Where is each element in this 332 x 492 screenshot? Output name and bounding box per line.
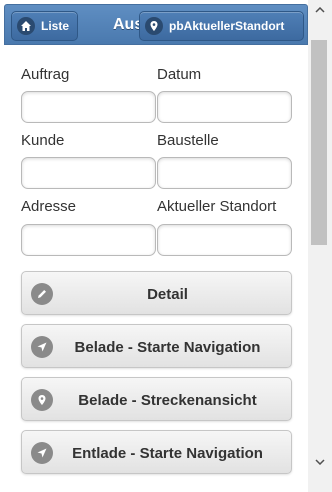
aktueller-standort-field[interactable]	[157, 224, 292, 256]
datum-field[interactable]	[157, 91, 292, 123]
belade-streckenansicht-button[interactable]: Belade - Streckenansicht	[21, 377, 292, 421]
kunde-label: Kunde	[21, 132, 65, 149]
scroll-thumb[interactable]	[311, 40, 327, 245]
baustelle-field[interactable]	[157, 157, 292, 189]
adresse-field[interactable]	[21, 224, 156, 256]
auftrag-label: Auftrag	[21, 66, 70, 83]
header-bar: Aus Liste pbAktuellerStandort	[4, 4, 308, 45]
belade-navigation-label: Belade - Starte Navigation	[74, 338, 261, 356]
adresse-label: Adresse	[21, 198, 77, 215]
detail-button-label: Detail	[147, 285, 188, 303]
app-frame: Aus Liste pbAktuellerStandort Auftrag Da…	[0, 0, 332, 492]
standort-button-label: pbAktuellerStandort	[169, 19, 285, 33]
detail-button[interactable]: Detail	[21, 271, 292, 315]
home-icon	[17, 17, 35, 35]
liste-button-label: Liste	[41, 19, 70, 33]
aktueller-standort-label: Aktueller Standort	[157, 198, 277, 215]
scroll-down-icon[interactable]	[308, 452, 332, 472]
liste-button[interactable]: Liste	[11, 11, 78, 41]
vertical-scrollbar[interactable]	[308, 0, 332, 492]
belade-streckenansicht-label: Belade - Streckenansicht	[78, 391, 257, 409]
standort-button[interactable]: pbAktuellerStandort	[139, 11, 304, 41]
entlade-navigation-label: Entlade - Starte Navigation	[72, 444, 263, 462]
belade-navigation-button[interactable]: Belade - Starte Navigation	[21, 324, 292, 368]
scroll-up-icon[interactable]	[308, 0, 332, 20]
kunde-field[interactable]	[21, 157, 156, 189]
entlade-navigation-button[interactable]: Entlade - Starte Navigation	[21, 430, 292, 474]
auftrag-field[interactable]	[21, 91, 156, 123]
datum-label: Datum	[157, 66, 202, 83]
baustelle-label: Baustelle	[157, 132, 219, 149]
map-marker-icon	[145, 17, 163, 35]
